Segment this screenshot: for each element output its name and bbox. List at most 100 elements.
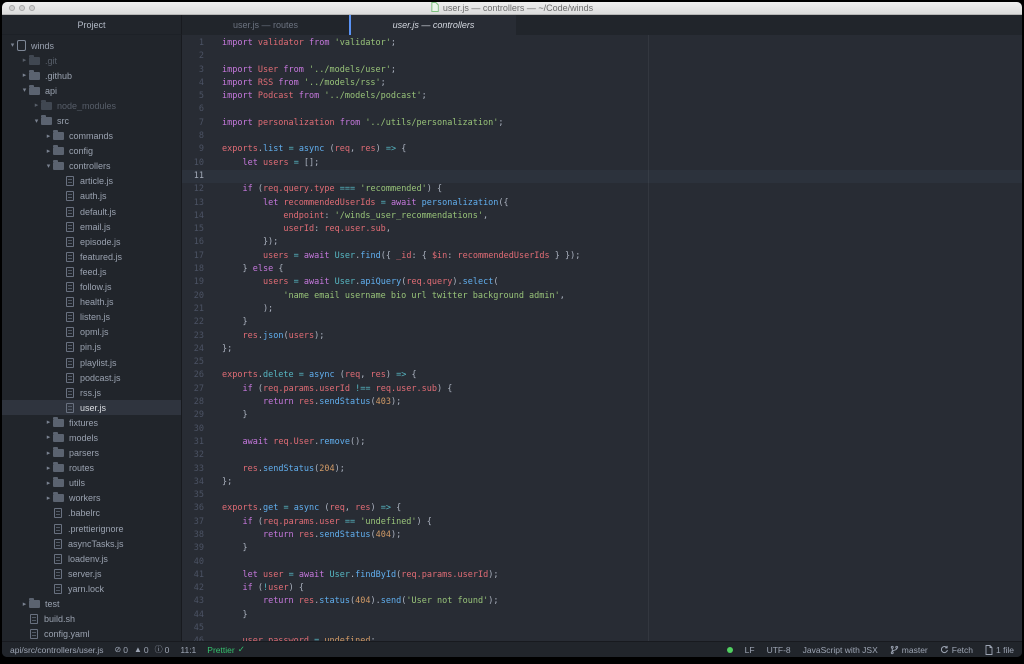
tree-item-asynctasks-js[interactable]: asyncTasks.js — [2, 536, 181, 551]
tree-item-node-modules[interactable]: ▸ node_modules — [2, 98, 181, 113]
code-line-41[interactable]: 41 let user = await User.findById(req.pa… — [182, 569, 1022, 582]
minimize-window-button[interactable] — [19, 5, 25, 11]
code-line-38[interactable]: 38 return res.sendStatus(404); — [182, 529, 1022, 542]
code-line-30[interactable]: 30 — [182, 423, 1022, 436]
tab-user-js-controllers[interactable]: user.js — controllers — [349, 15, 516, 35]
warning-count[interactable]: ▲0 — [134, 645, 149, 655]
tree-item-fixtures[interactable]: ▸ fixtures — [2, 415, 181, 430]
tree-item-config[interactable]: ▸ config — [2, 144, 181, 159]
code-line-19[interactable]: 19 users = await User.apiQuery(req.query… — [182, 276, 1022, 289]
tree-item-build-sh[interactable]: build.sh — [2, 612, 181, 627]
code-line-21[interactable]: 21 ); — [182, 303, 1022, 316]
tree-item-prettierignore[interactable]: .prettierignore — [2, 521, 181, 536]
tree-item-babelrc[interactable]: .babelrc — [2, 506, 181, 521]
code-line-39[interactable]: 39 } — [182, 542, 1022, 555]
code-line-42[interactable]: 42 if (!user) { — [182, 582, 1022, 595]
zoom-window-button[interactable] — [29, 5, 35, 11]
tree-item-episode-js[interactable]: episode.js — [2, 234, 181, 249]
tree-item-controllers[interactable]: ▾ controllers — [2, 159, 181, 174]
tree-item-podcast-js[interactable]: podcast.js — [2, 370, 181, 385]
tree-item-auth-js[interactable]: auth.js — [2, 189, 181, 204]
close-window-button[interactable] — [9, 5, 15, 11]
tree-item-loadenv-js[interactable]: loadenv.js — [2, 551, 181, 566]
tree-item-yarn-lock[interactable]: yarn.lock — [2, 581, 181, 596]
tree-item-routes[interactable]: ▸ routes — [2, 461, 181, 476]
info-count[interactable]: ⓘ0 — [155, 644, 170, 655]
tree-item-health-js[interactable]: health.js — [2, 295, 181, 310]
code-line-22[interactable]: 22 } — [182, 316, 1022, 329]
tree-item-utils[interactable]: ▸ utils — [2, 476, 181, 491]
code-line-29[interactable]: 29 } — [182, 409, 1022, 422]
tree-item-parsers[interactable]: ▸ parsers — [2, 446, 181, 461]
changed-files-status[interactable]: 1 file — [985, 645, 1014, 655]
code-line-2[interactable]: 2 — [182, 50, 1022, 63]
code-line-34[interactable]: 34 }; — [182, 476, 1022, 489]
code-line-27[interactable]: 27 if (req.params.userId !== req.user.su… — [182, 383, 1022, 396]
git-fetch-button[interactable]: Fetch — [940, 645, 973, 655]
tree-item-server-js[interactable]: server.js — [2, 566, 181, 581]
tree-item-test[interactable]: ▸ test — [2, 596, 181, 611]
code-line-24[interactable]: 24 }; — [182, 343, 1022, 356]
code-line-18[interactable]: 18 } else { — [182, 263, 1022, 276]
code-line-1[interactable]: 1 import validator from 'validator'; — [182, 37, 1022, 50]
code-line-46[interactable]: 46 user.password = undefined; — [182, 635, 1022, 641]
code-line-8[interactable]: 8 — [182, 130, 1022, 143]
code-line-16[interactable]: 16 }); — [182, 236, 1022, 249]
code-line-13[interactable]: 13 let recommendedUserIds = await person… — [182, 197, 1022, 210]
code-line-45[interactable]: 45 — [182, 622, 1022, 635]
tree-item-src[interactable]: ▾ src — [2, 113, 181, 128]
line-ending-selector[interactable]: LF — [745, 645, 755, 655]
code-line-17[interactable]: 17 users = await User.find({ _id: { $in:… — [182, 250, 1022, 263]
code-line-10[interactable]: 10 let users = []; — [182, 157, 1022, 170]
error-count[interactable]: ⊘0 — [115, 645, 128, 655]
tree-item-winds[interactable]: ▾ winds — [2, 38, 181, 53]
tree-item-commands[interactable]: ▸ commands — [2, 129, 181, 144]
code-line-43[interactable]: 43 return res.status(404).send('User not… — [182, 595, 1022, 608]
code-line-40[interactable]: 40 — [182, 556, 1022, 569]
tree-item-article-js[interactable]: article.js — [2, 174, 181, 189]
file-path[interactable]: api/src/controllers/user.js — [10, 645, 104, 655]
code-line-20[interactable]: 20 'name email username bio url twitter … — [182, 290, 1022, 303]
grammar-selector[interactable]: JavaScript with JSX — [803, 645, 878, 655]
code-line-7[interactable]: 7 import personalization from '../utils/… — [182, 117, 1022, 130]
code-line-3[interactable]: 3 import User from '../models/user'; — [182, 64, 1022, 77]
tree-item-workers[interactable]: ▸ workers — [2, 491, 181, 506]
editor-pane[interactable]: 1 import validator from 'validator'; 2 3… — [182, 35, 1022, 641]
tree-item-config-yaml[interactable]: config.yaml — [2, 627, 181, 641]
encoding-selector[interactable]: UTF-8 — [767, 645, 791, 655]
tree-item-listen-js[interactable]: listen.js — [2, 310, 181, 325]
code-line-12[interactable]: 12 if (req.query.type === 'recommended')… — [182, 183, 1022, 196]
tree-item-feed-js[interactable]: feed.js — [2, 264, 181, 279]
code-line-4[interactable]: 4 import RSS from '../models/rss'; — [182, 77, 1022, 90]
tree-item-opml-js[interactable]: opml.js — [2, 325, 181, 340]
prettier-status[interactable]: Prettier ✓ — [207, 644, 245, 655]
code-line-26[interactable]: 26 exports.delete = async (req, res) => … — [182, 369, 1022, 382]
code-line-25[interactable]: 25 — [182, 356, 1022, 369]
tree-item-pin-js[interactable]: pin.js — [2, 340, 181, 355]
tree-item-playlist-js[interactable]: playlist.js — [2, 355, 181, 370]
code-line-36[interactable]: 36 exports.get = async (req, res) => { — [182, 502, 1022, 515]
code-line-9[interactable]: 9 exports.list = async (req, res) => { — [182, 143, 1022, 156]
code-line-23[interactable]: 23 res.json(users); — [182, 330, 1022, 343]
code-line-14[interactable]: 14 endpoint: '/winds_user_recommendation… — [182, 210, 1022, 223]
code-line-37[interactable]: 37 if (req.params.user == 'undefined') { — [182, 516, 1022, 529]
tree-item-user-js[interactable]: user.js — [2, 400, 181, 415]
tab-user-js-routes[interactable]: user.js — routes — [182, 15, 349, 35]
code-line-6[interactable]: 6 — [182, 103, 1022, 116]
diagnostics[interactable]: ⊘0 ▲0 ⓘ0 — [115, 644, 170, 655]
code-line-32[interactable]: 32 — [182, 449, 1022, 462]
code-line-5[interactable]: 5 import Podcast from '../models/podcast… — [182, 90, 1022, 103]
tree-item-rss-js[interactable]: rss.js — [2, 385, 181, 400]
tree-item-follow-js[interactable]: follow.js — [2, 280, 181, 295]
code-line-28[interactable]: 28 return res.sendStatus(403); — [182, 396, 1022, 409]
tree-item-email-js[interactable]: email.js — [2, 219, 181, 234]
tree-item-github[interactable]: ▸ .github — [2, 68, 181, 83]
tree-item-models[interactable]: ▸ models — [2, 430, 181, 445]
code-line-33[interactable]: 33 res.sendStatus(204); — [182, 463, 1022, 476]
tree-item-api[interactable]: ▾ api — [2, 83, 181, 98]
code-line-44[interactable]: 44 } — [182, 609, 1022, 622]
git-branch-status[interactable]: master — [890, 645, 928, 655]
tree-item-featured-js[interactable]: featured.js — [2, 249, 181, 264]
code-line-11[interactable]: 11 — [182, 170, 1022, 183]
tree-item-git[interactable]: ▸ .git — [2, 53, 181, 68]
